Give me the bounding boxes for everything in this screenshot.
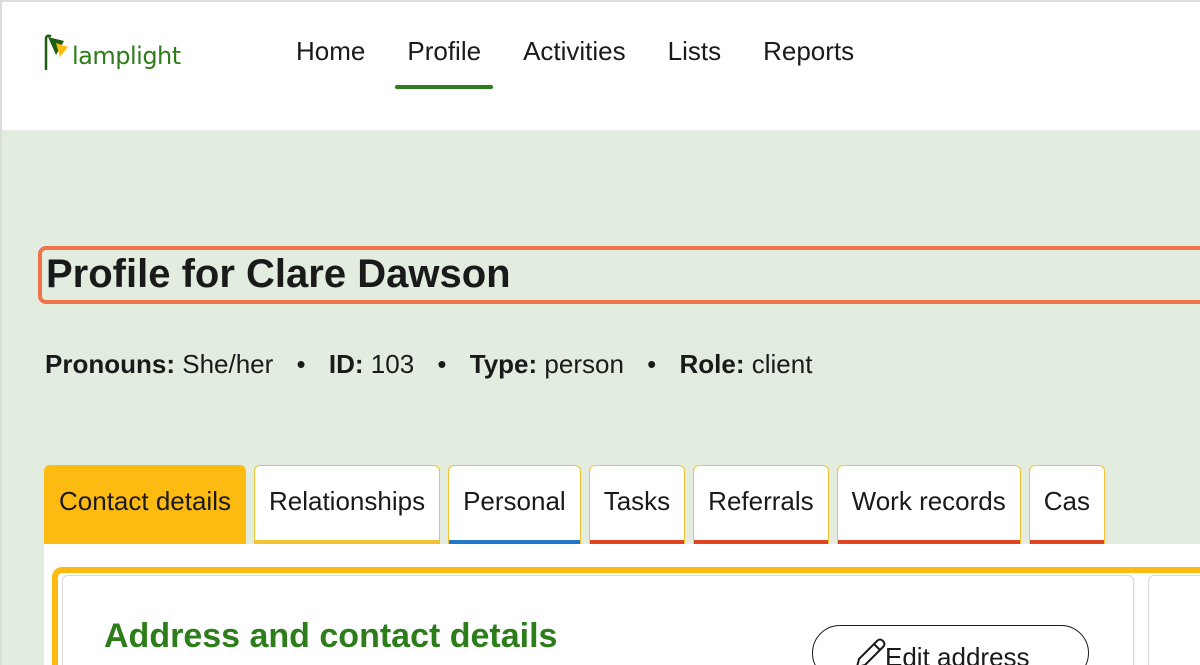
pronouns-value: She/her [182, 349, 274, 379]
meta-separator: • [437, 349, 447, 379]
side-card [1148, 575, 1200, 665]
profile-meta: Pronouns: She/her • ID: 103 • Type: pers… [45, 349, 812, 380]
top-bar: lamplight Home Profile Activities Lists … [2, 2, 1200, 130]
main-nav: Home Profile Activities Lists Reports [284, 30, 884, 89]
edit-address-label: Edit address [885, 641, 1030, 665]
meta-separator: • [296, 349, 306, 379]
tab-relationships[interactable]: Relationships [253, 465, 441, 544]
id-label: ID: [328, 349, 364, 379]
tab-referrals[interactable]: Referrals [693, 465, 829, 544]
pronouns-label: Pronouns: [45, 349, 175, 379]
nav-reports[interactable]: Reports [751, 30, 866, 89]
nav-home[interactable]: Home [284, 30, 377, 89]
tab-tasks[interactable]: Tasks [588, 465, 686, 544]
logo-text: lamplight [72, 42, 181, 70]
pencil-icon [856, 638, 886, 665]
id-value: 103 [370, 349, 415, 379]
profile-tabs: Contact details Relationships Personal T… [44, 465, 1113, 544]
app-window: lamplight Home Profile Activities Lists … [0, 0, 1200, 665]
lamp-icon [44, 34, 68, 71]
nav-activities[interactable]: Activities [511, 30, 638, 89]
nav-profile[interactable]: Profile [395, 30, 493, 89]
tab-contact-details[interactable]: Contact details [44, 465, 246, 544]
edit-address-button[interactable]: Edit address [812, 625, 1089, 665]
role-label: Role: [679, 349, 745, 379]
lamplight-logo[interactable]: lamplight [42, 32, 181, 72]
section-title: Address and contact details [104, 617, 558, 655]
tab-personal[interactable]: Personal [448, 465, 581, 544]
page-title: Profile for Clare Dawson [46, 252, 511, 297]
tab-work-records[interactable]: Work records [836, 465, 1021, 544]
type-value: person [544, 349, 624, 379]
role-value: client [751, 349, 813, 379]
title-prefix: Profile for [46, 252, 235, 296]
type-label: Type: [469, 349, 538, 379]
tab-cases[interactable]: Cas [1028, 465, 1106, 544]
profile-name: Clare Dawson [246, 252, 511, 296]
nav-lists[interactable]: Lists [656, 30, 733, 89]
meta-separator: • [647, 349, 657, 379]
